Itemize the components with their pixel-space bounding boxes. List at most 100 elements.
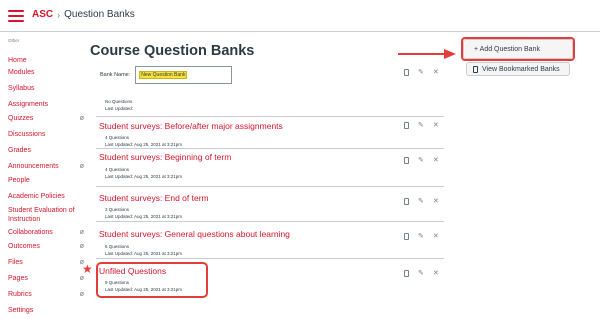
close-icon[interactable]: ✕ (433, 197, 439, 205)
hamburger-menu-icon[interactable] (8, 10, 24, 22)
sidebar-item-label: Outcomes (8, 243, 40, 250)
question-bank-meta: 4 Questions Last Updated: Aug 25, 2021 at… (105, 134, 182, 148)
sidebar-item[interactable]: Files ø (8, 258, 84, 267)
bookmark-icon (473, 65, 478, 73)
eye-off-icon: ø (79, 291, 84, 298)
question-bank-actions: ✎ ✕ (404, 269, 439, 277)
breadcrumb: ASC › Question Banks (32, 9, 135, 20)
sidebar-item-label: Collaborations (8, 229, 53, 236)
question-bank-actions: ✎ ✕ (404, 197, 439, 205)
view-bookmarked-banks-button[interactable]: View Bookmarked Banks (466, 62, 570, 76)
sidebar-item-label: Files (8, 259, 23, 266)
bookmark-icon[interactable] (404, 156, 409, 164)
sidebar-item-label: Student Evaluation of Instruction (8, 207, 75, 223)
sidebar-item[interactable]: Student Evaluation of Instruction (8, 206, 80, 224)
top-bar: ASC › Question Banks (0, 0, 600, 32)
bookmark-icon[interactable] (404, 197, 409, 205)
pencil-icon[interactable]: ✎ (418, 232, 424, 240)
sidebar-item[interactable]: Academic Policies (8, 192, 80, 201)
sidebar-item[interactable]: Collaborations ø (8, 228, 84, 237)
last-updated: Last Updated: Aug 25, 2021 at 3:21pm (105, 214, 183, 219)
bank-name-value: New Question Bank (139, 71, 188, 79)
bookmark-icon[interactable] (404, 121, 409, 129)
breadcrumb-current-page: Question Banks (64, 9, 135, 20)
row-divider (96, 116, 444, 117)
question-bank-title-link[interactable]: Student surveys: General questions about… (99, 229, 290, 239)
question-count: 6 Questions (105, 244, 130, 249)
row-divider (96, 186, 444, 187)
sidebar-item[interactable]: Assignments (8, 100, 80, 109)
sidebar-item[interactable]: Outcomes ø (8, 242, 84, 251)
question-count: 4 Questions (105, 167, 130, 172)
sidebar-item-label: Discussions (8, 131, 46, 138)
breadcrumb-separator-icon: › (57, 9, 61, 20)
question-count: 3 Questions (105, 207, 130, 212)
new-bank-meta: No Questions Last Updated: (105, 98, 133, 112)
question-bank-meta: 6 Questions Last Updated: Aug 25, 2021 at… (105, 243, 182, 257)
question-bank-meta: 3 Questions Last Updated: Aug 25, 2021 at… (105, 206, 182, 220)
sidebar-item-label: Pages (8, 275, 28, 282)
eye-off-icon: ø (79, 229, 84, 236)
row-divider (96, 148, 444, 149)
pencil-icon[interactable]: ✎ (418, 197, 424, 205)
sidebar-item[interactable]: Pages ø (8, 274, 84, 283)
pencil-icon[interactable]: ✎ (418, 269, 424, 277)
question-bank-title-link[interactable]: Student surveys: End of term (99, 193, 209, 203)
close-icon[interactable]: ✕ (433, 68, 439, 76)
bookmark-icon[interactable] (404, 68, 409, 76)
question-bank-actions: ✎ ✕ (404, 232, 439, 240)
sidebar-item[interactable]: Rubrics ø (8, 290, 84, 299)
sidebar-item-label: Grades (8, 147, 31, 154)
sidebar-item[interactable]: Settings (8, 306, 80, 315)
pencil-icon[interactable]: ✎ (418, 121, 424, 129)
sidebar-item[interactable]: Grades (8, 146, 80, 155)
sidebar-item-label: Settings (8, 307, 34, 314)
sidebar-item[interactable]: Quizzes ø (8, 114, 84, 123)
eye-off-icon: ø (79, 115, 84, 122)
sidebar-section-label: Other (8, 38, 20, 43)
last-updated: Last Updated: (105, 106, 134, 111)
eye-off-icon: ø (79, 243, 84, 250)
arrow-right-icon (398, 49, 456, 59)
bookmark-icon[interactable] (404, 232, 409, 240)
question-count: 4 Questions (105, 135, 130, 140)
new-bank-form: Bank Name: New Question Bank (100, 66, 233, 84)
sidebar-item-label: Home (8, 57, 27, 64)
pencil-icon[interactable]: ✎ (418, 156, 424, 164)
eye-off-icon: ø (79, 163, 84, 170)
close-icon[interactable]: ✕ (433, 121, 439, 129)
question-bank-actions: ✎ ✕ (404, 156, 439, 164)
question-bank-title-link[interactable]: Student surveys: Beginning of term (99, 152, 231, 162)
question-count: No Questions (105, 99, 133, 104)
last-updated: Last Updated: Aug 25, 2021 at 3:21pm (105, 142, 183, 147)
close-icon[interactable]: ✕ (433, 156, 439, 164)
sidebar-item-label: Academic Policies (8, 193, 65, 200)
sidebar-item[interactable]: Announcements ø (8, 162, 84, 171)
bookmark-icon[interactable] (404, 269, 409, 277)
pencil-icon[interactable]: ✎ (418, 68, 424, 76)
last-updated: Last Updated: Aug 25, 2021 at 3:21pm (105, 174, 183, 179)
unfiled-highlight-annotation (96, 262, 208, 298)
bank-name-input[interactable]: New Question Bank (135, 66, 233, 84)
question-bank-title-link[interactable]: Student surveys: Before/after major assi… (99, 121, 283, 131)
close-icon[interactable]: ✕ (433, 269, 439, 277)
row-divider (96, 221, 444, 222)
sidebar-item[interactable]: Syllabus (8, 84, 80, 93)
sidebar-item-label: Quizzes (8, 115, 34, 122)
row-divider (96, 258, 444, 259)
add-question-bank-button[interactable]: + Add Question Bank (463, 39, 573, 59)
sidebar-item[interactable]: Discussions (8, 130, 80, 139)
page-title: Course Question Banks (90, 43, 255, 59)
sidebar-item-label: Rubrics (8, 291, 32, 298)
breadcrumb-course-link[interactable]: ASC (32, 9, 53, 20)
bank-name-label: Bank Name: (100, 72, 131, 78)
close-icon[interactable]: ✕ (433, 232, 439, 240)
sidebar-item[interactable]: Modules (8, 68, 80, 77)
sidebar-item[interactable]: Home (8, 56, 80, 65)
star-icon: ★ (82, 262, 93, 276)
sidebar-item[interactable]: People (8, 176, 80, 185)
new-bank-actions: ✎ ✕ (404, 68, 439, 76)
sidebar-item-label: Announcements (8, 163, 59, 170)
view-bookmarked-banks-label: View Bookmarked Banks (482, 65, 560, 73)
sidebar-item-label: People (8, 177, 30, 184)
